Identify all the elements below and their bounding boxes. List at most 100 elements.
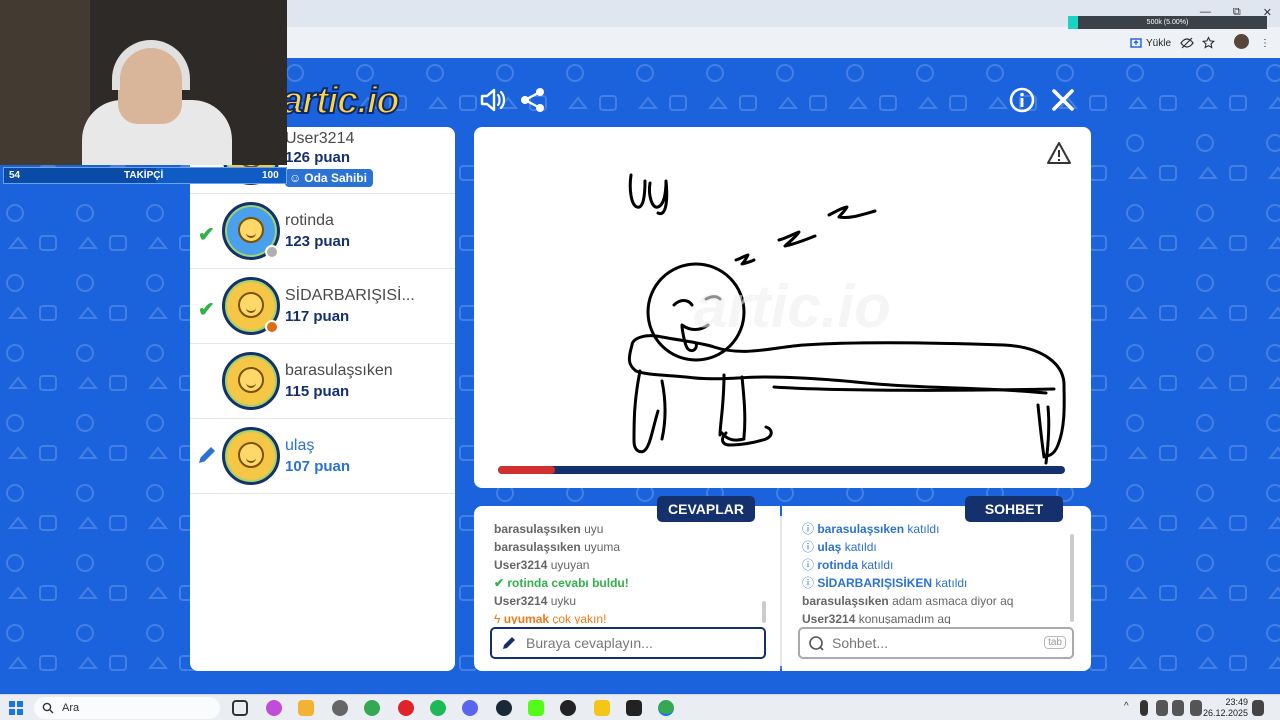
message-user: uyumak: [503, 612, 553, 624]
message-text: uyku: [550, 594, 577, 608]
opera-icon[interactable]: [398, 700, 414, 716]
message-line: User3214 uyuyan: [494, 556, 764, 574]
message-text: çok yakın!: [552, 612, 607, 624]
drawing-canvas[interactable]: artic.io: [474, 127, 1091, 488]
game-logo[interactable]: artic.io: [281, 79, 401, 123]
taskbar-search[interactable]: Ara: [34, 697, 220, 719]
windows-start-icon[interactable]: [9, 701, 23, 715]
browser-menu-icon[interactable]: ⋮: [1260, 34, 1270, 52]
upload-button[interactable]: Yükle: [1130, 34, 1171, 52]
message-line: barasulaşsıken adam asmaca diyor aq: [802, 592, 1072, 610]
message-line: ϟ uyumak çok yakın!: [494, 610, 764, 624]
search-icon: [42, 702, 54, 714]
owner-face-icon: ☺: [289, 171, 302, 185]
message-line: barasulaşsıken uyuma: [494, 538, 764, 556]
profile-avatar[interactable]: [1234, 34, 1249, 49]
spotify-icon[interactable]: [430, 700, 446, 716]
info-icon[interactable]: [1008, 86, 1036, 114]
message-user: barasulaşsıken: [494, 540, 585, 554]
webcam-shelf: [0, 0, 90, 165]
window-close-button[interactable]: ✕: [1263, 6, 1272, 19]
answer-placeholder: Buraya cevaplayın...: [526, 635, 653, 651]
chat-input[interactable]: Sohbet... tab: [798, 627, 1074, 659]
chrome-active-icon[interactable]: [658, 700, 674, 716]
volume-icon[interactable]: [1172, 700, 1184, 716]
tab-answers[interactable]: CEVAPLAR: [657, 496, 755, 522]
player-row[interactable]: barasulaşsıken 115 puan: [190, 344, 455, 419]
status-dot: [265, 320, 279, 334]
clock-date: 26.12.2025: [1202, 708, 1248, 718]
avatar-face: [238, 217, 264, 243]
chrome-icon[interactable]: [364, 700, 380, 716]
minimize-button[interactable]: —: [1200, 6, 1211, 19]
message-text: uyuma: [584, 540, 621, 554]
upload-label: Yükle: [1146, 37, 1172, 49]
obs-icon[interactable]: [560, 700, 576, 716]
settings-icon[interactable]: [332, 700, 348, 716]
follower-goal: 100: [262, 170, 279, 181]
info-icon: ⓘ: [802, 576, 818, 590]
player-row[interactable]: ✔ rotinda 123 puan: [190, 194, 455, 269]
webcam-overlay: [0, 0, 287, 165]
message-line: ⓘ rotinda katıldı: [802, 556, 1072, 574]
message-user: ulaş: [817, 540, 845, 554]
system-clock[interactable]: 23:49 26.12.2025: [1203, 697, 1248, 719]
tab-chat[interactable]: SOHBET: [965, 496, 1063, 522]
canvas-watermark: artic.io: [694, 273, 891, 340]
discord-icon[interactable]: [462, 700, 478, 716]
player-drawing: artic.io: [627, 173, 1066, 465]
message-text: uyuyan: [550, 558, 590, 572]
follower-count: 54: [9, 170, 21, 181]
restore-button[interactable]: ⧉: [1233, 6, 1241, 19]
player-row[interactable]: ✔ SİDARBARIŞISİ... 117 puan: [190, 269, 455, 344]
message-line: User3214 konuşamadım aq: [802, 610, 1072, 624]
task-view-icon[interactable]: [232, 700, 248, 716]
message-text: cevabı buldu!: [551, 576, 629, 590]
message-user: rotinda: [507, 576, 552, 590]
battery-icon[interactable]: [1190, 700, 1202, 716]
steam-icon[interactable]: [496, 700, 512, 716]
file-explorer-icon[interactable]: [298, 700, 314, 716]
message-line: ⓘ SİDARBARIŞISİKEN katıldı: [802, 574, 1072, 592]
stream-progress-fill: [1068, 16, 1078, 29]
player-score: 107 puan: [285, 458, 351, 475]
close-icon[interactable]: [1049, 86, 1077, 114]
room-owner-label: Oda Sahibi: [304, 171, 367, 185]
message-text: uyu: [584, 522, 604, 536]
bookmark-star-icon[interactable]: [1202, 34, 1215, 52]
avatar: [222, 277, 280, 335]
message-text: katıldı: [861, 558, 894, 572]
rockstar-icon[interactable]: [594, 700, 610, 716]
kick-icon[interactable]: [528, 700, 544, 716]
player-row[interactable]: ulaş 107 puan: [190, 419, 455, 494]
network-icon[interactable]: [1156, 700, 1168, 716]
message-line: barasulaşsıken uyu: [494, 520, 764, 538]
speaker-icon[interactable]: [478, 86, 506, 114]
message-line: User3214 uyku: [494, 592, 764, 610]
tab-key-hint: tab: [1044, 636, 1066, 649]
message-user: barasulaşsıken: [494, 522, 585, 536]
stream-progress-text: 500k (5.00%): [1146, 19, 1189, 26]
avatar: [222, 352, 280, 410]
microphone-icon[interactable]: [1140, 700, 1148, 716]
message-line: ⓘ barasulaşsıken katıldı: [802, 520, 1072, 538]
answers-feed: barasulaşsıken uyu barasulaşsıken uyuma Us…: [494, 520, 764, 624]
notifications-icon[interactable]: [1252, 700, 1264, 716]
player-score: 123 puan: [285, 233, 351, 250]
message-user: User3214: [494, 558, 551, 572]
chat-scrollbar[interactable]: [1070, 534, 1074, 622]
headphones-icon: [112, 40, 190, 90]
message-user: barasulaşsıken: [817, 522, 908, 536]
eye-off-icon[interactable]: [1180, 34, 1194, 52]
capcut-icon[interactable]: [626, 700, 642, 716]
share-icon[interactable]: [519, 86, 547, 114]
answer-input[interactable]: Buraya cevaplayın...: [490, 627, 766, 659]
chat-feed: ⓘ barasulaşsıken katıldı ⓘ ulaş katıldı ⓘ …: [802, 520, 1072, 624]
answers-scrollbar[interactable]: [762, 601, 766, 623]
player-name: SİDARBARIŞISİ...: [285, 287, 415, 304]
info-icon: ⓘ: [802, 540, 818, 554]
message-text: adam asmaca diyor aq: [892, 594, 1014, 608]
copilot-icon[interactable]: [266, 700, 282, 716]
clock-time: 23:49: [1225, 697, 1248, 707]
tray-chevron-icon[interactable]: ^: [1124, 701, 1129, 712]
